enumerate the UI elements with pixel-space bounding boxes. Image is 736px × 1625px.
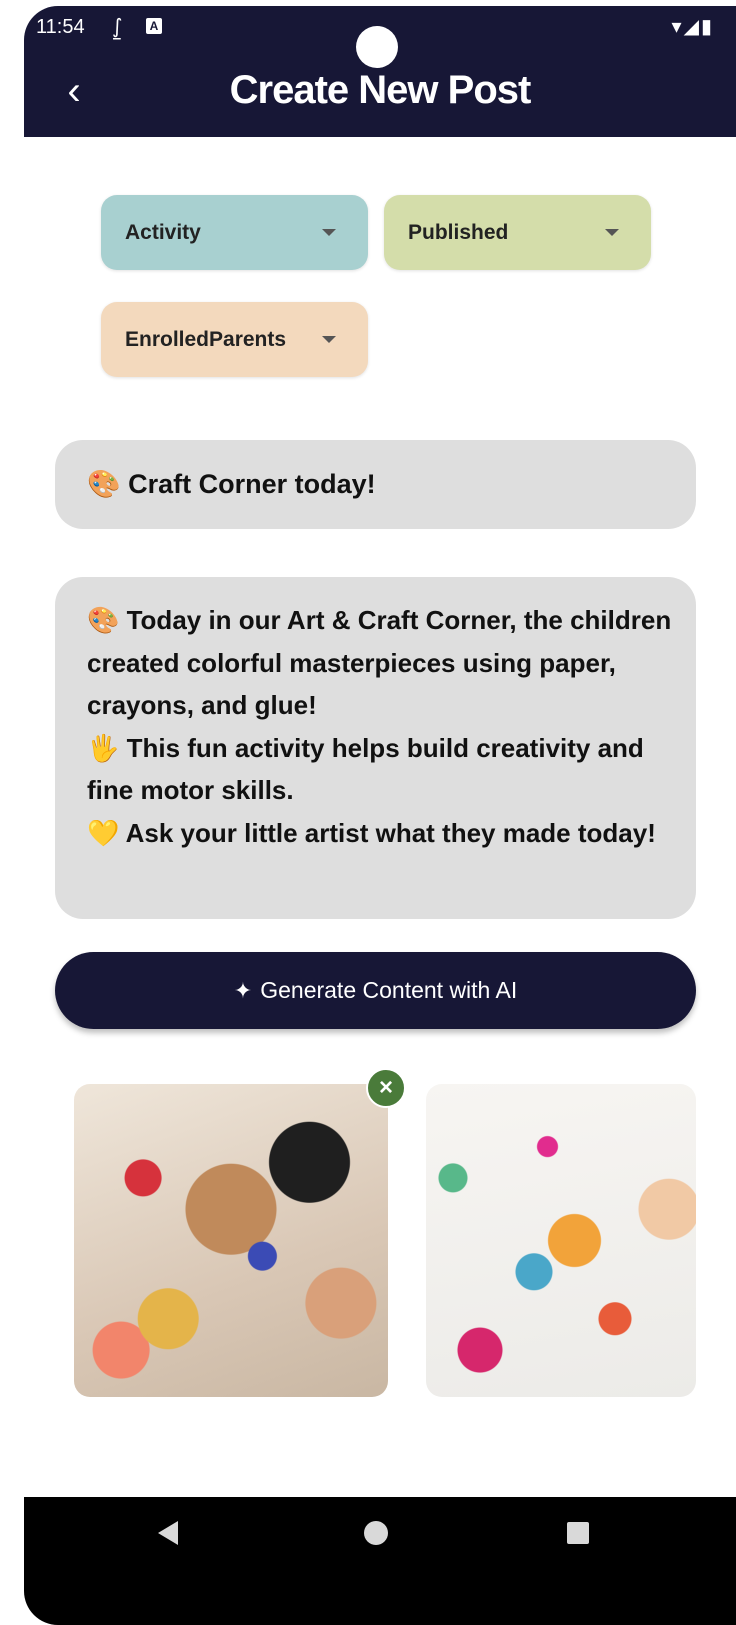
- craft-table-photo[interactable]: [74, 1084, 388, 1397]
- generate-ai-label: Generate Content with AI: [260, 977, 518, 1003]
- signal-icon: ◢: [683, 16, 701, 38]
- status-time: 11:54: [36, 16, 85, 38]
- battery-icon: ▮: [700, 16, 714, 38]
- phone-screen: 11:54 ⨜ A ▾◢▮ ‹ Create New Post Activity…: [24, 6, 736, 1625]
- camera-cutout: [356, 26, 398, 68]
- body-paragraph: 🎨 Today in our Art & Craft Corner, the c…: [87, 605, 672, 720]
- page-title: Create New Post: [229, 68, 532, 112]
- close-icon: ×: [378, 1074, 393, 1101]
- dropdown-arrow-icon: [605, 229, 619, 236]
- body-paragraph: 🖐 This fun activity helps build creativi…: [87, 732, 644, 806]
- audience-value: EnrolledParents: [125, 328, 287, 351]
- body-paragraph: 💛 Ask your little artist what they made …: [87, 817, 656, 848]
- home-circle-icon[interactable]: [364, 1521, 388, 1545]
- post-body-field[interactable]: 🎨 Today in our Art & Craft Corner, the c…: [55, 577, 696, 919]
- recents-square-icon[interactable]: [567, 1522, 589, 1544]
- child-drawing-photo[interactable]: [426, 1084, 696, 1397]
- post-type-value: Activity: [125, 221, 201, 244]
- generate-ai-button[interactable]: ✦ Generate Content with AI: [55, 952, 696, 1029]
- post-title-text: 🎨 Craft Corner today!: [87, 469, 376, 499]
- wifi-icon: ▾: [671, 16, 684, 38]
- app-header: 11:54 ⨜ A ▾◢▮ ‹ Create New Post: [24, 6, 736, 137]
- notification-icon: ⨜: [112, 16, 123, 38]
- post-status-value: Published: [408, 221, 509, 244]
- audience-dropdown[interactable]: EnrolledParents: [101, 302, 368, 377]
- system-nav-bar: [24, 1497, 736, 1625]
- app-icon: A: [146, 18, 162, 34]
- post-status-dropdown[interactable]: Published: [384, 195, 651, 270]
- sparkle-icon: ✦: [233, 978, 253, 1003]
- dropdown-arrow-icon: [322, 229, 336, 236]
- remove-image-button[interactable]: ×: [366, 1068, 406, 1108]
- post-body-text: 🎨 Today in our Art & Craft Corner, the c…: [87, 599, 677, 854]
- post-type-dropdown[interactable]: Activity: [101, 195, 368, 270]
- dropdown-arrow-icon: [322, 336, 336, 343]
- post-title-field[interactable]: 🎨 Craft Corner today!: [55, 440, 696, 529]
- status-icons: ▾◢▮: [672, 14, 714, 39]
- back-triangle-icon[interactable]: [158, 1521, 178, 1545]
